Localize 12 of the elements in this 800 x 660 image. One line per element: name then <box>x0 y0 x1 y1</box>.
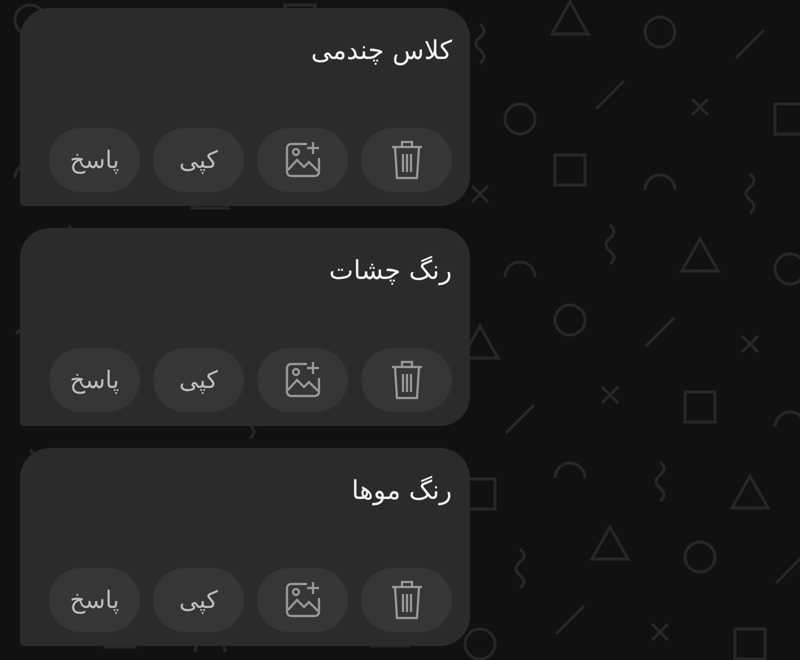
message-text: رنگ چشات <box>329 256 452 286</box>
action-button[interactable]: پاسخ <box>49 568 140 632</box>
action-button[interactable]: کپی <box>153 128 244 192</box>
trash-icon <box>390 139 424 181</box>
action-button[interactable]: پاسخ <box>49 348 140 412</box>
message-text: کلاس چندمی <box>310 36 452 66</box>
trash-icon <box>390 359 424 401</box>
action-button[interactable]: پاسخ <box>49 128 140 192</box>
trash-icon <box>390 579 424 621</box>
message-text: رنگ موها <box>352 476 452 506</box>
action-button[interactable]: کپی <box>153 348 244 412</box>
action-button[interactable]: کپی <box>153 568 244 632</box>
